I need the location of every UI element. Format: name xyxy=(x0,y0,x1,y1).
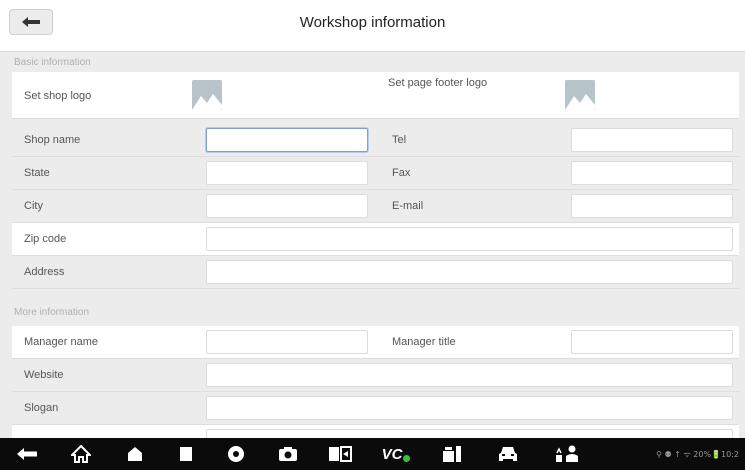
section-basic-title: Basic information xyxy=(14,57,91,68)
manager-title-input[interactable] xyxy=(571,330,733,354)
recent-apps-icon[interactable] xyxy=(177,444,195,464)
manager-name-label: Manager name xyxy=(24,336,98,348)
city-input[interactable] xyxy=(206,194,368,218)
back-icon[interactable] xyxy=(14,444,40,464)
shop-name-input[interactable] xyxy=(206,128,368,152)
home-icon[interactable] xyxy=(69,444,93,464)
address-input[interactable] xyxy=(206,260,733,284)
house-icon[interactable] xyxy=(125,444,145,464)
image-placeholder-icon xyxy=(192,80,222,110)
row-manager: Manager name Manager title xyxy=(12,326,739,359)
slogan-label: Slogan xyxy=(24,402,59,414)
row-city: City E-mail xyxy=(12,190,739,223)
row-state: State Fax xyxy=(12,157,739,190)
page-title: Workshop information xyxy=(299,14,446,31)
row-website: Website xyxy=(12,359,739,392)
camera-icon[interactable] xyxy=(276,444,300,464)
partial-input[interactable] xyxy=(206,429,733,438)
zip-input[interactable] xyxy=(206,227,733,251)
footer-logo-label: Set page footer logo xyxy=(388,77,488,89)
email-input[interactable] xyxy=(571,194,733,218)
city-label: City xyxy=(24,200,43,212)
website-input[interactable] xyxy=(206,363,733,387)
logo-row: Set shop logo Set page footer logo xyxy=(12,72,739,119)
shop-name-label: Shop name xyxy=(24,134,81,146)
row-partial xyxy=(12,425,739,438)
row-slogan: Slogan xyxy=(12,392,739,425)
tel-label: Tel xyxy=(392,134,407,146)
email-label: E-mail xyxy=(392,200,424,212)
vci-icon[interactable]: VC xyxy=(379,444,413,464)
state-label: State xyxy=(24,167,50,179)
manager-name-input[interactable] xyxy=(206,330,368,354)
shop-logo-button[interactable] xyxy=(192,80,222,110)
vci-label: VC xyxy=(381,445,403,463)
image-placeholder-icon xyxy=(565,80,595,110)
address-label: Address xyxy=(24,266,65,278)
system-navbar: VC ⚲ ⚉ ↑ ᯤ 20%🔋10:2 xyxy=(0,438,745,470)
fax-input[interactable] xyxy=(571,161,733,185)
car-icon[interactable] xyxy=(497,444,519,464)
zip-label: Zip code xyxy=(24,233,67,245)
shop-logo-label: Set shop logo xyxy=(24,90,92,102)
form-area[interactable]: Basic information Set shop logo Set page… xyxy=(0,52,745,438)
state-input[interactable] xyxy=(206,161,368,185)
row-zip: Zip code xyxy=(12,223,739,256)
fax-label: Fax xyxy=(392,167,411,179)
tools-icon[interactable] xyxy=(441,444,465,464)
tel-input[interactable] xyxy=(571,128,733,152)
slogan-input[interactable] xyxy=(206,396,733,420)
row-shop-name: Shop name Tel xyxy=(12,124,739,157)
website-label: Website xyxy=(24,369,64,381)
vci-status-dot-icon xyxy=(403,454,411,462)
status-bar-text: ⚲ ⚉ ↑ ᯤ 20%🔋10:2 xyxy=(656,450,739,459)
display-icon[interactable] xyxy=(327,444,353,464)
section-more-title: More information xyxy=(14,307,90,318)
footer-logo-button[interactable] xyxy=(565,80,595,110)
remote-icon[interactable] xyxy=(554,444,580,464)
manager-title-label: Manager title xyxy=(392,336,456,348)
header-bar: Workshop information xyxy=(0,0,745,52)
browser-icon[interactable] xyxy=(225,444,247,464)
row-address: Address xyxy=(12,256,739,289)
